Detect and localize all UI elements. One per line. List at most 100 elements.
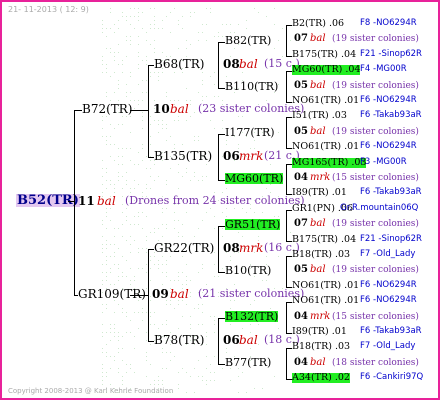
root-mate: bal xyxy=(97,195,116,207)
g4-code-17: F6 -NO6294R xyxy=(360,281,417,290)
g4-mate-10: mrk xyxy=(310,173,330,183)
connector-g3-v-0 xyxy=(286,25,287,56)
g4-year-13: 07 xyxy=(294,219,308,229)
connector-g4-in-a-7 xyxy=(286,348,292,349)
g2-queen-2[interactable]: GR22(TR) xyxy=(154,242,214,254)
g4-queen-15[interactable]: B18(TR) .03 xyxy=(292,250,350,260)
connector-g3-in-b-0 xyxy=(218,88,225,89)
g4-queen-2[interactable]: B175(TR) .04 xyxy=(292,50,356,60)
g4-mate-4: bal xyxy=(310,81,326,91)
connector-g3-v-3 xyxy=(286,164,287,194)
connector-g4-in-b-0 xyxy=(286,56,292,57)
g3-queen-5[interactable]: B10(TR) xyxy=(225,265,271,276)
g4-queen-20[interactable]: I89(TR) .01 xyxy=(292,327,347,337)
g2-queen-3[interactable]: B78(TR) xyxy=(154,334,205,346)
g4-mate-13: bal xyxy=(310,219,326,229)
root-info: (Drones from 24 sister colonies) xyxy=(125,195,305,206)
connector-g1-v-1 xyxy=(148,249,149,341)
g4-info-1: (19 sister colonies) xyxy=(332,35,419,44)
g1-queen-1[interactable]: GR109(TR) xyxy=(78,288,146,300)
connector-g4-in-b-3 xyxy=(286,194,292,195)
g2-year-3: 06 xyxy=(223,334,240,346)
g4-queen-5[interactable]: NO61(TR) .01 xyxy=(292,96,359,106)
connector-g3-in-a-2 xyxy=(218,226,225,227)
connector-g4-in-a-4 xyxy=(286,210,292,211)
g2-year-0: 08 xyxy=(223,58,240,70)
g4-mate-1: bal xyxy=(310,34,326,44)
g4-queen-21[interactable]: B18(TR) .03 xyxy=(292,342,350,352)
g4-info-16: (19 sister colonies) xyxy=(332,266,419,275)
g2-year-1: 06 xyxy=(223,150,240,162)
connector-g4-in-b-4 xyxy=(286,241,292,242)
g4-year-10: 04 xyxy=(294,173,308,183)
g1-queen-0[interactable]: B72(TR) xyxy=(82,103,133,115)
g3-queen-4[interactable]: GR51(TR) xyxy=(225,219,280,230)
g4-queen-8[interactable]: NO61(TR) .01 xyxy=(292,142,359,152)
connector-g2-v-2 xyxy=(218,226,219,272)
g4-queen-3[interactable]: MG60(TR) .04 xyxy=(292,65,360,75)
g4-code-5: F6 -NO6294R xyxy=(360,96,417,105)
g4-queen-9[interactable]: MG165(TR) .03 xyxy=(292,158,366,168)
g2-mate-0: bal xyxy=(239,58,258,70)
connector-g3-in-a-1 xyxy=(218,134,225,135)
g3-queen-1[interactable]: B110(TR) xyxy=(225,81,278,92)
connector-g4-in-a-3 xyxy=(286,164,292,165)
g1-info-0: (23 sister colonies) xyxy=(198,103,304,114)
connector-g3-v-1 xyxy=(286,71,287,102)
connector-g2-v-0 xyxy=(218,42,219,88)
g4-queen-6[interactable]: I51(TR) .03 xyxy=(292,111,347,121)
connector-g3-v-4 xyxy=(286,210,287,241)
g3-queen-2[interactable]: I177(TR) xyxy=(225,127,275,138)
pedigree-frame: 21- 11-2013 ( 12: 9) Copyright 2008-2013… xyxy=(0,0,440,400)
connector-g2-in-b-0 xyxy=(148,157,154,158)
connector-root-v xyxy=(74,110,75,295)
g4-info-7: (19 sister colonies) xyxy=(332,128,419,137)
g1-year-1: 09 xyxy=(152,288,169,300)
g4-code-9: F3 -MG00R xyxy=(360,158,407,167)
g2-queen-0[interactable]: B68(TR) xyxy=(154,58,205,70)
g4-code-15: F7 -Old_Lady xyxy=(360,250,415,259)
g4-info-10: (15 sister colonies) xyxy=(332,174,419,183)
g4-info-13: (19 sister colonies) xyxy=(332,220,419,229)
connector-g3-in-a-0 xyxy=(218,42,225,43)
g4-code-20: F6 -Takab93aR xyxy=(360,327,422,336)
g4-code-14: F21 -Sinop62R xyxy=(360,235,422,244)
g4-mate-7: bal xyxy=(310,127,326,137)
g4-queen-0[interactable]: B2(TR) .06 xyxy=(292,19,344,29)
g3-queen-6[interactable]: B132(TR) xyxy=(225,311,278,322)
g4-queen-17[interactable]: NO61(TR) .01 xyxy=(292,281,359,291)
g4-queen-23[interactable]: A34(TR) .02 xyxy=(292,373,350,383)
connector-g3-v-2 xyxy=(286,117,287,148)
g4-mate-19: mrk xyxy=(310,312,330,322)
connector-g3-v-5 xyxy=(286,256,287,287)
g4-year-16: 05 xyxy=(294,265,308,275)
g4-queen-11[interactable]: I89(TR) .01 xyxy=(292,188,347,198)
g4-code-0: F8 -NO6294R xyxy=(360,19,417,28)
g1-mate-0: bal xyxy=(170,103,189,115)
g4-code-18: F6 -NO6294R xyxy=(360,296,417,305)
g2-mate-3: bal xyxy=(239,334,258,346)
g4-code-21: F7 -Old_Lady xyxy=(360,342,415,351)
g4-code-12: Gr.R.mountain06Q xyxy=(340,204,418,213)
g4-info-22: (18 sister colonies) xyxy=(332,359,419,368)
g4-queen-14[interactable]: B175(TR) .04 xyxy=(292,235,356,245)
connector-g1-1 xyxy=(74,295,78,296)
g2-mate-2: mrk xyxy=(239,242,263,254)
g2-queen-1[interactable]: B135(TR) xyxy=(154,150,212,162)
g3-queen-3[interactable]: MG60(TR) xyxy=(225,173,283,184)
connector-g4-in-a-6 xyxy=(286,302,292,303)
g4-queen-18[interactable]: NO61(TR) .01 xyxy=(292,296,359,306)
connector-g1-out-1 xyxy=(130,295,148,296)
g2-mate-1: mrk xyxy=(239,150,263,162)
root-year: 11 xyxy=(78,195,95,207)
connector-g2-v-3 xyxy=(218,318,219,364)
g3-queen-0[interactable]: B82(TR) xyxy=(225,35,271,46)
connector-g2-v-1 xyxy=(218,134,219,180)
g3-queen-7[interactable]: B77(TR) xyxy=(225,357,271,368)
connector-g3-in-a-3 xyxy=(218,318,225,319)
connector-g2-in-b-1 xyxy=(148,341,154,342)
connector-g2-in-a-1 xyxy=(148,249,154,250)
g4-code-8: F6 -NO6294R xyxy=(360,142,417,151)
g4-mate-22: bal xyxy=(310,358,326,368)
date-stamp: 21- 11-2013 ( 12: 9) xyxy=(8,6,89,14)
